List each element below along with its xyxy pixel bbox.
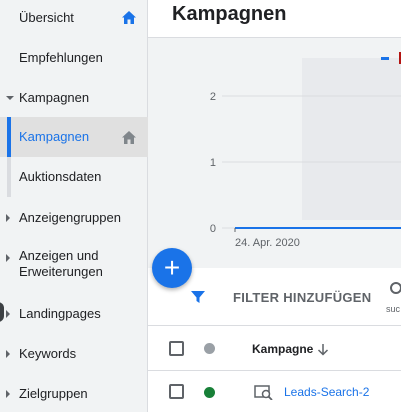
- chart-highlight-region: [302, 58, 401, 220]
- sidebar-item-label: Anzeigen und Erweiterungen: [19, 248, 103, 280]
- home-icon: [122, 11, 136, 24]
- sidebar-item-campaigns[interactable]: Kampagnen: [0, 117, 148, 157]
- performance-chart: 2 1 0 24. Apr. 2020: [148, 38, 401, 268]
- sidebar-item-auction-insights[interactable]: Auktionsdaten: [0, 157, 148, 197]
- plus-icon: +: [163, 252, 181, 283]
- sidebar-item-label-line1: Anzeigen und: [19, 248, 99, 263]
- chevron-right-icon: [6, 254, 10, 262]
- sidebar-item-ad-groups[interactable]: Anzeigengruppen: [0, 206, 148, 230]
- search-icon[interactable]: [388, 281, 401, 297]
- filter-icon[interactable]: [190, 289, 206, 305]
- page-header: Kampagnen: [148, 0, 401, 38]
- sidebar-item-label: Landingpages: [19, 306, 101, 321]
- home-icon[interactable]: [121, 130, 137, 145]
- sidebar-item-keywords[interactable]: Keywords: [0, 342, 148, 366]
- sidebar-item-recommendations[interactable]: Empfehlungen: [0, 46, 148, 70]
- page-title: Kampagnen: [172, 3, 287, 25]
- chevron-right-icon: [6, 350, 10, 358]
- main-content: Kampagnen 2 1 0 24. Apr. 2020 FILTER HINZU…: [148, 0, 401, 412]
- legend-swatch: [381, 57, 389, 60]
- chart-y-tick-label: 1: [210, 157, 216, 169]
- search-label: suc: [386, 304, 401, 314]
- status-enabled-dot: [204, 387, 215, 398]
- sidebar-item-label-line2: Erweiterungen: [19, 264, 103, 279]
- campaign-link[interactable]: Leads-Search-2: [284, 385, 369, 399]
- select-all-checkbox[interactable]: [169, 341, 184, 356]
- add-button[interactable]: +: [152, 248, 192, 288]
- chart-y-tick-label: 2: [210, 91, 216, 103]
- table-row: Leads-Search-2: [148, 371, 401, 412]
- add-filter-button[interactable]: FILTER HINZUFÜGEN: [233, 290, 371, 305]
- sidebar-item-label: Übersicht: [19, 10, 74, 25]
- sidebar-item-label: Empfehlungen: [19, 50, 103, 65]
- status-header-dot: [204, 343, 215, 354]
- column-header-campaign[interactable]: Kampagne: [252, 342, 313, 356]
- chevron-right-icon: [6, 390, 10, 398]
- sidebar-item-campaigns-group[interactable]: Kampagnen: [0, 86, 148, 110]
- subnav-indicator: [7, 157, 11, 197]
- row-checkbox[interactable]: [169, 384, 184, 399]
- chevron-down-icon: [6, 96, 14, 100]
- sidebar-item-landing-pages[interactable]: Landingpages: [0, 302, 148, 326]
- chart-y-tick-label: 0: [210, 223, 216, 235]
- search-campaign-icon: [254, 385, 273, 400]
- sidebar-item-label: Kampagnen: [19, 90, 90, 105]
- sidebar: Übersicht Empfehlungen Kampagnen Kampagn…: [0, 0, 148, 412]
- active-indicator: [7, 117, 11, 157]
- sidebar-item-label: Auktionsdaten: [19, 169, 102, 184]
- table-header-row: Kampagne: [148, 326, 401, 371]
- sidebar-item-ads-extensions[interactable]: Anzeigen und Erweiterungen: [0, 248, 148, 284]
- sidebar-item-label: Zielgruppen: [19, 386, 88, 401]
- chevron-right-icon: [6, 214, 10, 222]
- sidebar-item-audiences[interactable]: Zielgruppen: [0, 382, 148, 406]
- chart-svg: 2 1 0 24. Apr. 2020: [210, 52, 401, 249]
- sidebar-item-label: Keywords: [19, 346, 77, 361]
- sidebar-item-label: Kampagnen: [19, 129, 90, 144]
- chart-x-tick-label: 24. Apr. 2020: [235, 237, 300, 249]
- sidebar-item-label: Anzeigengruppen: [19, 210, 121, 225]
- chevron-right-icon: [6, 310, 10, 318]
- sort-arrow-down-icon[interactable]: [317, 343, 329, 356]
- sidebar-item-overview[interactable]: Übersicht: [0, 6, 148, 30]
